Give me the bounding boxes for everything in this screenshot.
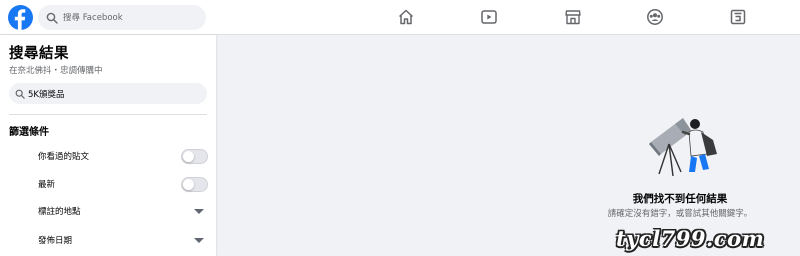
filter-date-posted[interactable]: 發佈日期 bbox=[38, 231, 208, 249]
chevron-down-icon[interactable] bbox=[194, 237, 204, 243]
filters-heading: 篩選條件 bbox=[9, 127, 49, 138]
filter-label: 標註的地點 bbox=[38, 207, 81, 217]
watch-icon[interactable] bbox=[479, 7, 499, 27]
empty-state-subtitle: 請確定沒有錯字，或嘗試其他關鍵字。 bbox=[607, 209, 753, 219]
filter-seen-posts[interactable]: 你看過的貼文 bbox=[38, 147, 208, 165]
filter-label: 最新 bbox=[38, 180, 56, 190]
seen-posts-toggle[interactable] bbox=[181, 148, 208, 164]
query-search-box[interactable] bbox=[9, 83, 207, 104]
home-icon[interactable] bbox=[396, 7, 416, 27]
telescope-person-illustration-icon bbox=[649, 118, 717, 177]
search-icon bbox=[46, 12, 58, 24]
global-search-box[interactable] bbox=[38, 5, 206, 30]
search-results-sidebar: 搜尋結果 在奈北佛抖・忠調傳購中 篩選條件 你看過的貼文 最新 標註的地點 發佈… bbox=[0, 35, 216, 256]
filter-tagged-location[interactable]: 標註的地點 bbox=[38, 202, 208, 220]
watermark: tycl799.com bbox=[616, 226, 765, 251]
groups-icon[interactable] bbox=[645, 7, 665, 27]
gaming-icon[interactable] bbox=[728, 7, 748, 27]
filter-label: 你看過的貼文 bbox=[38, 152, 90, 162]
query-search-input[interactable] bbox=[28, 88, 198, 99]
page-subtitle: 在奈北佛抖・忠調傳購中 bbox=[9, 66, 103, 76]
marketplace-icon[interactable] bbox=[563, 7, 583, 27]
divider bbox=[9, 114, 207, 115]
global-search-input[interactable] bbox=[63, 12, 193, 23]
search-icon bbox=[15, 89, 25, 99]
filter-label: 發佈日期 bbox=[38, 236, 73, 246]
page-title: 搜尋結果 bbox=[9, 46, 69, 62]
filter-recent[interactable]: 最新 bbox=[38, 175, 208, 193]
facebook-logo-icon[interactable] bbox=[8, 5, 33, 30]
empty-state-title: 我們找不到任何結果 bbox=[632, 193, 728, 205]
top-navigation-bar bbox=[0, 0, 800, 35]
chevron-down-icon[interactable] bbox=[194, 208, 204, 214]
recent-toggle[interactable] bbox=[181, 176, 208, 192]
